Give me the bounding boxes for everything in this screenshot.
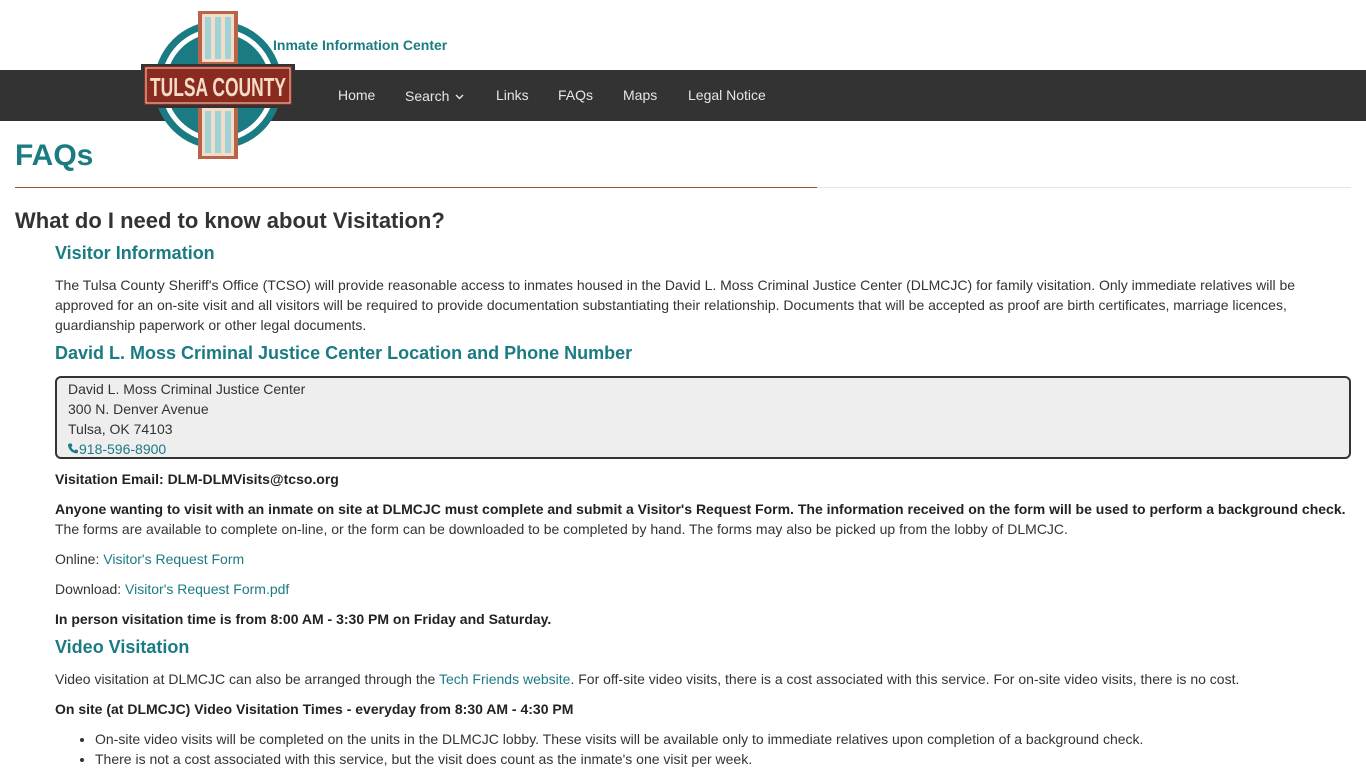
online-label: Online: (55, 551, 100, 567)
list-item: On-site video visits will be completed o… (95, 729, 1345, 749)
tulsa-county-logo[interactable]: TULSA COUNTY (141, 8, 295, 162)
download-label: Download: (55, 581, 122, 597)
visitor-info-text: The Tulsa County Sheriff's Office (TCSO)… (55, 277, 1296, 333)
download-line: Download: Visitor's Request Form.pdf (55, 579, 1345, 599)
location-heading: David L. Moss Criminal Justice Center Lo… (55, 343, 633, 363)
nav-home[interactable]: Home (338, 87, 375, 103)
street-address: 300 N. Denver Avenue (68, 401, 209, 417)
title-divider-accent (15, 187, 817, 188)
logo-text: TULSA COUNTY (150, 72, 286, 102)
online-form-link[interactable]: Visitor's Request Form (103, 551, 244, 567)
video-text-before: Video visitation at DLMCJC can also be a… (55, 671, 436, 687)
online-line: Online: Visitor's Request Form (55, 549, 1345, 569)
video-bullets: On-site video visits will be completed o… (55, 729, 1345, 769)
nav-links[interactable]: Links (496, 87, 529, 103)
facility-name: David L. Moss Criminal Justice Center (68, 381, 306, 397)
chevron-down-icon (455, 87, 464, 103)
site-subtitle-link[interactable]: Inmate Information Center (273, 37, 447, 53)
download-form-link[interactable]: Visitor's Request Form.pdf (125, 581, 289, 597)
list-item: There is not a cost associated with this… (95, 749, 1345, 769)
video-visitation-heading: Video Visitation (55, 637, 190, 657)
phone-number: 918-596-8900 (79, 441, 167, 457)
request-form-bold: Anyone wanting to visit with an inmate o… (55, 501, 1346, 517)
page-title: FAQs (15, 139, 94, 172)
email-line: Visitation Email: DLM-DLMVisits@tcso.org (55, 469, 1345, 489)
nav-search[interactable]: Search (405, 87, 464, 104)
nav-search-label: Search (405, 88, 450, 104)
nav-maps[interactable]: Maps (623, 87, 657, 103)
email-address: DLM-DLMVisits@tcso.org (167, 471, 339, 487)
city-state-zip: Tulsa, OK 74103 (68, 421, 173, 437)
video-text-after: . For off-site video visits, there is a … (570, 671, 1240, 687)
request-form-info: The forms are available to complete on-l… (55, 521, 1068, 537)
visitation-hours-text: In person visitation time is from 8:00 A… (55, 611, 552, 627)
video-visitation-text: Video visitation at DLMCJC can also be a… (55, 669, 1345, 689)
email-label: Visitation Email: (55, 471, 164, 487)
section-question: What do I need to know about Visitation? (15, 208, 445, 233)
video-times: On site (at DLMCJC) Video Visitation Tim… (55, 699, 1345, 719)
visitor-info-heading: Visitor Information (55, 243, 215, 263)
phone-link[interactable]: 918-596-8900 (67, 439, 167, 459)
nav-faqs[interactable]: FAQs (558, 87, 593, 103)
request-form-text: Anyone wanting to visit with an inmate o… (55, 499, 1355, 539)
email-link[interactable]: DLM-DLMVisits@tcso.org (168, 471, 339, 487)
address-box: David L. Moss Criminal Justice Center 30… (55, 376, 1351, 459)
visitation-hours: In person visitation time is from 8:00 A… (55, 609, 1345, 629)
video-times-text: On site (at DLMCJC) Video Visitation Tim… (55, 701, 574, 717)
nav-legal-notice[interactable]: Legal Notice (688, 87, 766, 103)
tech-friends-link[interactable]: Tech Friends website (439, 671, 571, 687)
phone-icon (67, 439, 78, 459)
